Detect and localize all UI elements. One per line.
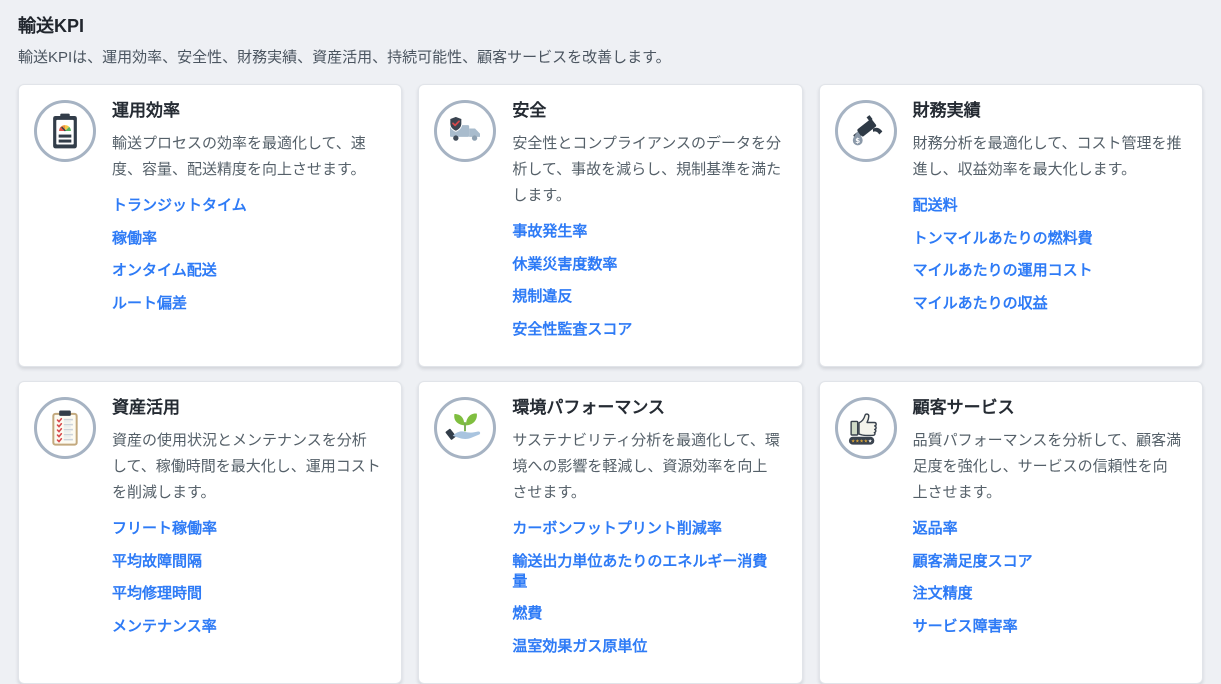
kpi-link-item: 輸送出力単位あたりのエネルギー消費量 xyxy=(512,552,781,592)
kpi-link-item: 注文精度 xyxy=(913,584,1182,604)
kpi-link[interactable]: トンマイルあたりの燃料費 xyxy=(913,229,1093,249)
card-body: 運用効率 輸送プロセスの効率を最適化して、速度、容量、配送精度を向上させます。 … xyxy=(112,98,381,326)
kpi-link-item: マイルあたりの運用コスト xyxy=(913,261,1182,281)
kpi-link[interactable]: 顧客満足度スコア xyxy=(913,552,1033,572)
kpi-link-list: フリート稼働率平均故障間隔平均修理時間メンテナンス率 xyxy=(112,519,381,637)
card-title: 安全 xyxy=(512,100,781,122)
kpi-link-item: 休業災害度数率 xyxy=(512,255,781,275)
kpi-link[interactable]: オンタイム配送 xyxy=(112,261,217,281)
kpi-link-item: 平均修理時間 xyxy=(112,584,381,604)
card-description: 資産の使用状況とメンテナンスを分析して、稼働時間を最大化し、運用コストを削減しま… xyxy=(112,428,381,506)
kpi-link[interactable]: 事故発生率 xyxy=(512,222,587,242)
kpi-link[interactable]: 平均故障間隔 xyxy=(112,552,202,572)
kpi-link-item: 温室効果ガス原単位 xyxy=(512,637,781,657)
card-icon-circle xyxy=(34,100,96,162)
svg-text:★★★★★: ★★★★★ xyxy=(851,439,872,445)
kpi-link[interactable]: サービス障害率 xyxy=(913,617,1018,637)
kpi-link-list: カーボンフットプリント削減率輸送出力単位あたりのエネルギー消費量燃費温室効果ガス… xyxy=(512,519,781,657)
kpi-card-2: 安全 安全性とコンプライアンスのデータを分析して、事故を減らし、規制基準を満たし… xyxy=(418,84,802,367)
kpi-card-1: 運用効率 輸送プロセスの効率を最適化して、速度、容量、配送精度を向上させます。 … xyxy=(18,84,402,367)
fuel-cost-icon: $ xyxy=(846,111,886,151)
card-body: 顧客サービス 品質パフォーマンスを分析して、顧客満足度を強化し、サービスの信頼性… xyxy=(913,395,1182,649)
page-title: 輸送KPI xyxy=(18,12,1203,38)
kpi-link-item: マイルあたりの収益 xyxy=(913,294,1182,314)
kpi-link[interactable]: 休業災害度数率 xyxy=(512,255,617,275)
kpi-link-item: 配送料 xyxy=(913,196,1182,216)
card-icon-circle xyxy=(34,397,96,459)
kpi-link-item: 規制違反 xyxy=(512,287,781,307)
kpi-link-item: 平均故障間隔 xyxy=(112,552,381,572)
svg-text:$: $ xyxy=(855,136,860,145)
checklist-clipboard-icon xyxy=(45,408,85,448)
card-title: 顧客サービス xyxy=(913,397,1182,419)
kpi-link-item: サービス障害率 xyxy=(913,617,1182,637)
kpi-link[interactable]: 温室効果ガス原単位 xyxy=(512,637,647,657)
kpi-link[interactable]: フリート稼働率 xyxy=(112,519,217,539)
kpi-link[interactable]: 返品率 xyxy=(913,519,958,539)
kpi-link[interactable]: カーボンフットプリント削減率 xyxy=(512,519,722,539)
kpi-link[interactable]: メンテナンス率 xyxy=(112,617,217,637)
kpi-link-item: 事故発生率 xyxy=(512,222,781,242)
kpi-link-list: 返品率顧客満足度スコア注文精度サービス障害率 xyxy=(913,519,1182,637)
kpi-link[interactable]: マイルあたりの収益 xyxy=(913,294,1048,314)
gauge-clipboard-icon xyxy=(46,112,84,150)
card-body: 資産活用 資産の使用状況とメンテナンスを分析して、稼働時間を最大化し、運用コスト… xyxy=(112,395,381,649)
kpi-link-list: 配送料トンマイルあたりの燃料費マイルあたりの運用コストマイルあたりの収益 xyxy=(913,196,1182,314)
card-icon-circle: ★★★★★ xyxy=(835,397,897,459)
kpi-card-5: 環境パフォーマンス サステナビリティ分析を最適化して、環境への影響を軽減し、資源… xyxy=(418,381,802,684)
kpi-link-item: 顧客満足度スコア xyxy=(913,552,1182,572)
card-title: 環境パフォーマンス xyxy=(512,397,781,419)
card-body: 財務実績 財務分析を最適化して、コスト管理を推進し、収益効率を最大化します。 配… xyxy=(913,98,1182,326)
kpi-link-item: フリート稼働率 xyxy=(112,519,381,539)
card-description: 財務分析を最適化して、コスト管理を推進し、収益効率を最大化します。 xyxy=(913,131,1182,183)
kpi-link[interactable]: 配送料 xyxy=(913,196,958,216)
kpi-link[interactable]: ルート偏差 xyxy=(112,294,187,314)
kpi-link-item: ルート偏差 xyxy=(112,294,381,314)
card-description: 輸送プロセスの効率を最適化して、速度、容量、配送精度を向上させます。 xyxy=(112,131,381,183)
kpi-card-grid: 運用効率 輸送プロセスの効率を最適化して、速度、容量、配送精度を向上させます。 … xyxy=(18,84,1203,684)
kpi-card-4: 資産活用 資産の使用状況とメンテナンスを分析して、稼働時間を最大化し、運用コスト… xyxy=(18,381,402,684)
page-header: 輸送KPI 輸送KPIは、運用効率、安全性、財務実績、資産活用、持続可能性、顧客… xyxy=(18,12,1203,68)
kpi-link-item: トンマイルあたりの燃料費 xyxy=(913,229,1182,249)
card-body: 環境パフォーマンス サステナビリティ分析を最適化して、環境への影響を軽減し、資源… xyxy=(512,395,781,669)
truck-shield-icon xyxy=(445,111,485,151)
card-icon-circle xyxy=(434,397,496,459)
kpi-link[interactable]: 燃費 xyxy=(512,604,542,624)
card-description: 品質パフォーマンスを分析して、顧客満足度を強化し、サービスの信頼性を向上させます… xyxy=(913,428,1182,506)
page-subtitle: 輸送KPIは、運用効率、安全性、財務実績、資産活用、持続可能性、顧客サービスを改… xyxy=(18,48,1203,68)
card-description: 安全性とコンプライアンスのデータを分析して、事故を減らし、規制基準を満たします。 xyxy=(512,131,781,209)
kpi-link[interactable]: マイルあたりの運用コスト xyxy=(913,261,1093,281)
card-title: 運用効率 xyxy=(112,100,381,122)
kpi-link-item: オンタイム配送 xyxy=(112,261,381,281)
kpi-card-3: $ 財務実績 財務分析を最適化して、コスト管理を推進し、収益効率を最大化します。… xyxy=(819,84,1203,367)
kpi-link[interactable]: 注文精度 xyxy=(913,584,973,604)
kpi-link[interactable]: 輸送出力単位あたりのエネルギー消費量 xyxy=(512,552,781,592)
kpi-link[interactable]: トランジットタイム xyxy=(112,196,247,216)
kpi-link-item: メンテナンス率 xyxy=(112,617,381,637)
card-title: 資産活用 xyxy=(112,397,381,419)
kpi-link-list: トランジットタイム稼働率オンタイム配送ルート偏差 xyxy=(112,196,381,314)
kpi-link-item: 稼働率 xyxy=(112,229,381,249)
card-title: 財務実績 xyxy=(913,100,1182,122)
kpi-link-item: 燃費 xyxy=(512,604,781,624)
kpi-link-item: 返品率 xyxy=(913,519,1182,539)
card-body: 安全 安全性とコンプライアンスのデータを分析して、事故を減らし、規制基準を満たし… xyxy=(512,98,781,352)
kpi-link[interactable]: 稼働率 xyxy=(112,229,157,249)
kpi-link[interactable]: 規制違反 xyxy=(512,287,572,307)
card-icon-circle xyxy=(434,100,496,162)
kpi-link-item: 安全性監査スコア xyxy=(512,320,781,340)
kpi-link[interactable]: 平均修理時間 xyxy=(112,584,202,604)
kpi-link-list: 事故発生率休業災害度数率規制違反安全性監査スコア xyxy=(512,222,781,340)
kpi-link-item: カーボンフットプリント削減率 xyxy=(512,519,781,539)
kpi-catalog-page: 輸送KPI 輸送KPIは、運用効率、安全性、財務実績、資産活用、持続可能性、顧客… xyxy=(0,0,1221,684)
card-icon-circle: $ xyxy=(835,100,897,162)
thumbs-up-stars-icon: ★★★★★ xyxy=(845,407,887,449)
kpi-card-6: ★★★★★ 顧客サービス 品質パフォーマンスを分析して、顧客満足度を強化し、サー… xyxy=(819,381,1203,684)
eco-hand-icon xyxy=(444,407,486,449)
kpi-link[interactable]: 安全性監査スコア xyxy=(512,320,632,340)
card-description: サステナビリティ分析を最適化して、環境への影響を軽減し、資源効率を向上させます。 xyxy=(512,428,781,506)
kpi-link-item: トランジットタイム xyxy=(112,196,381,216)
